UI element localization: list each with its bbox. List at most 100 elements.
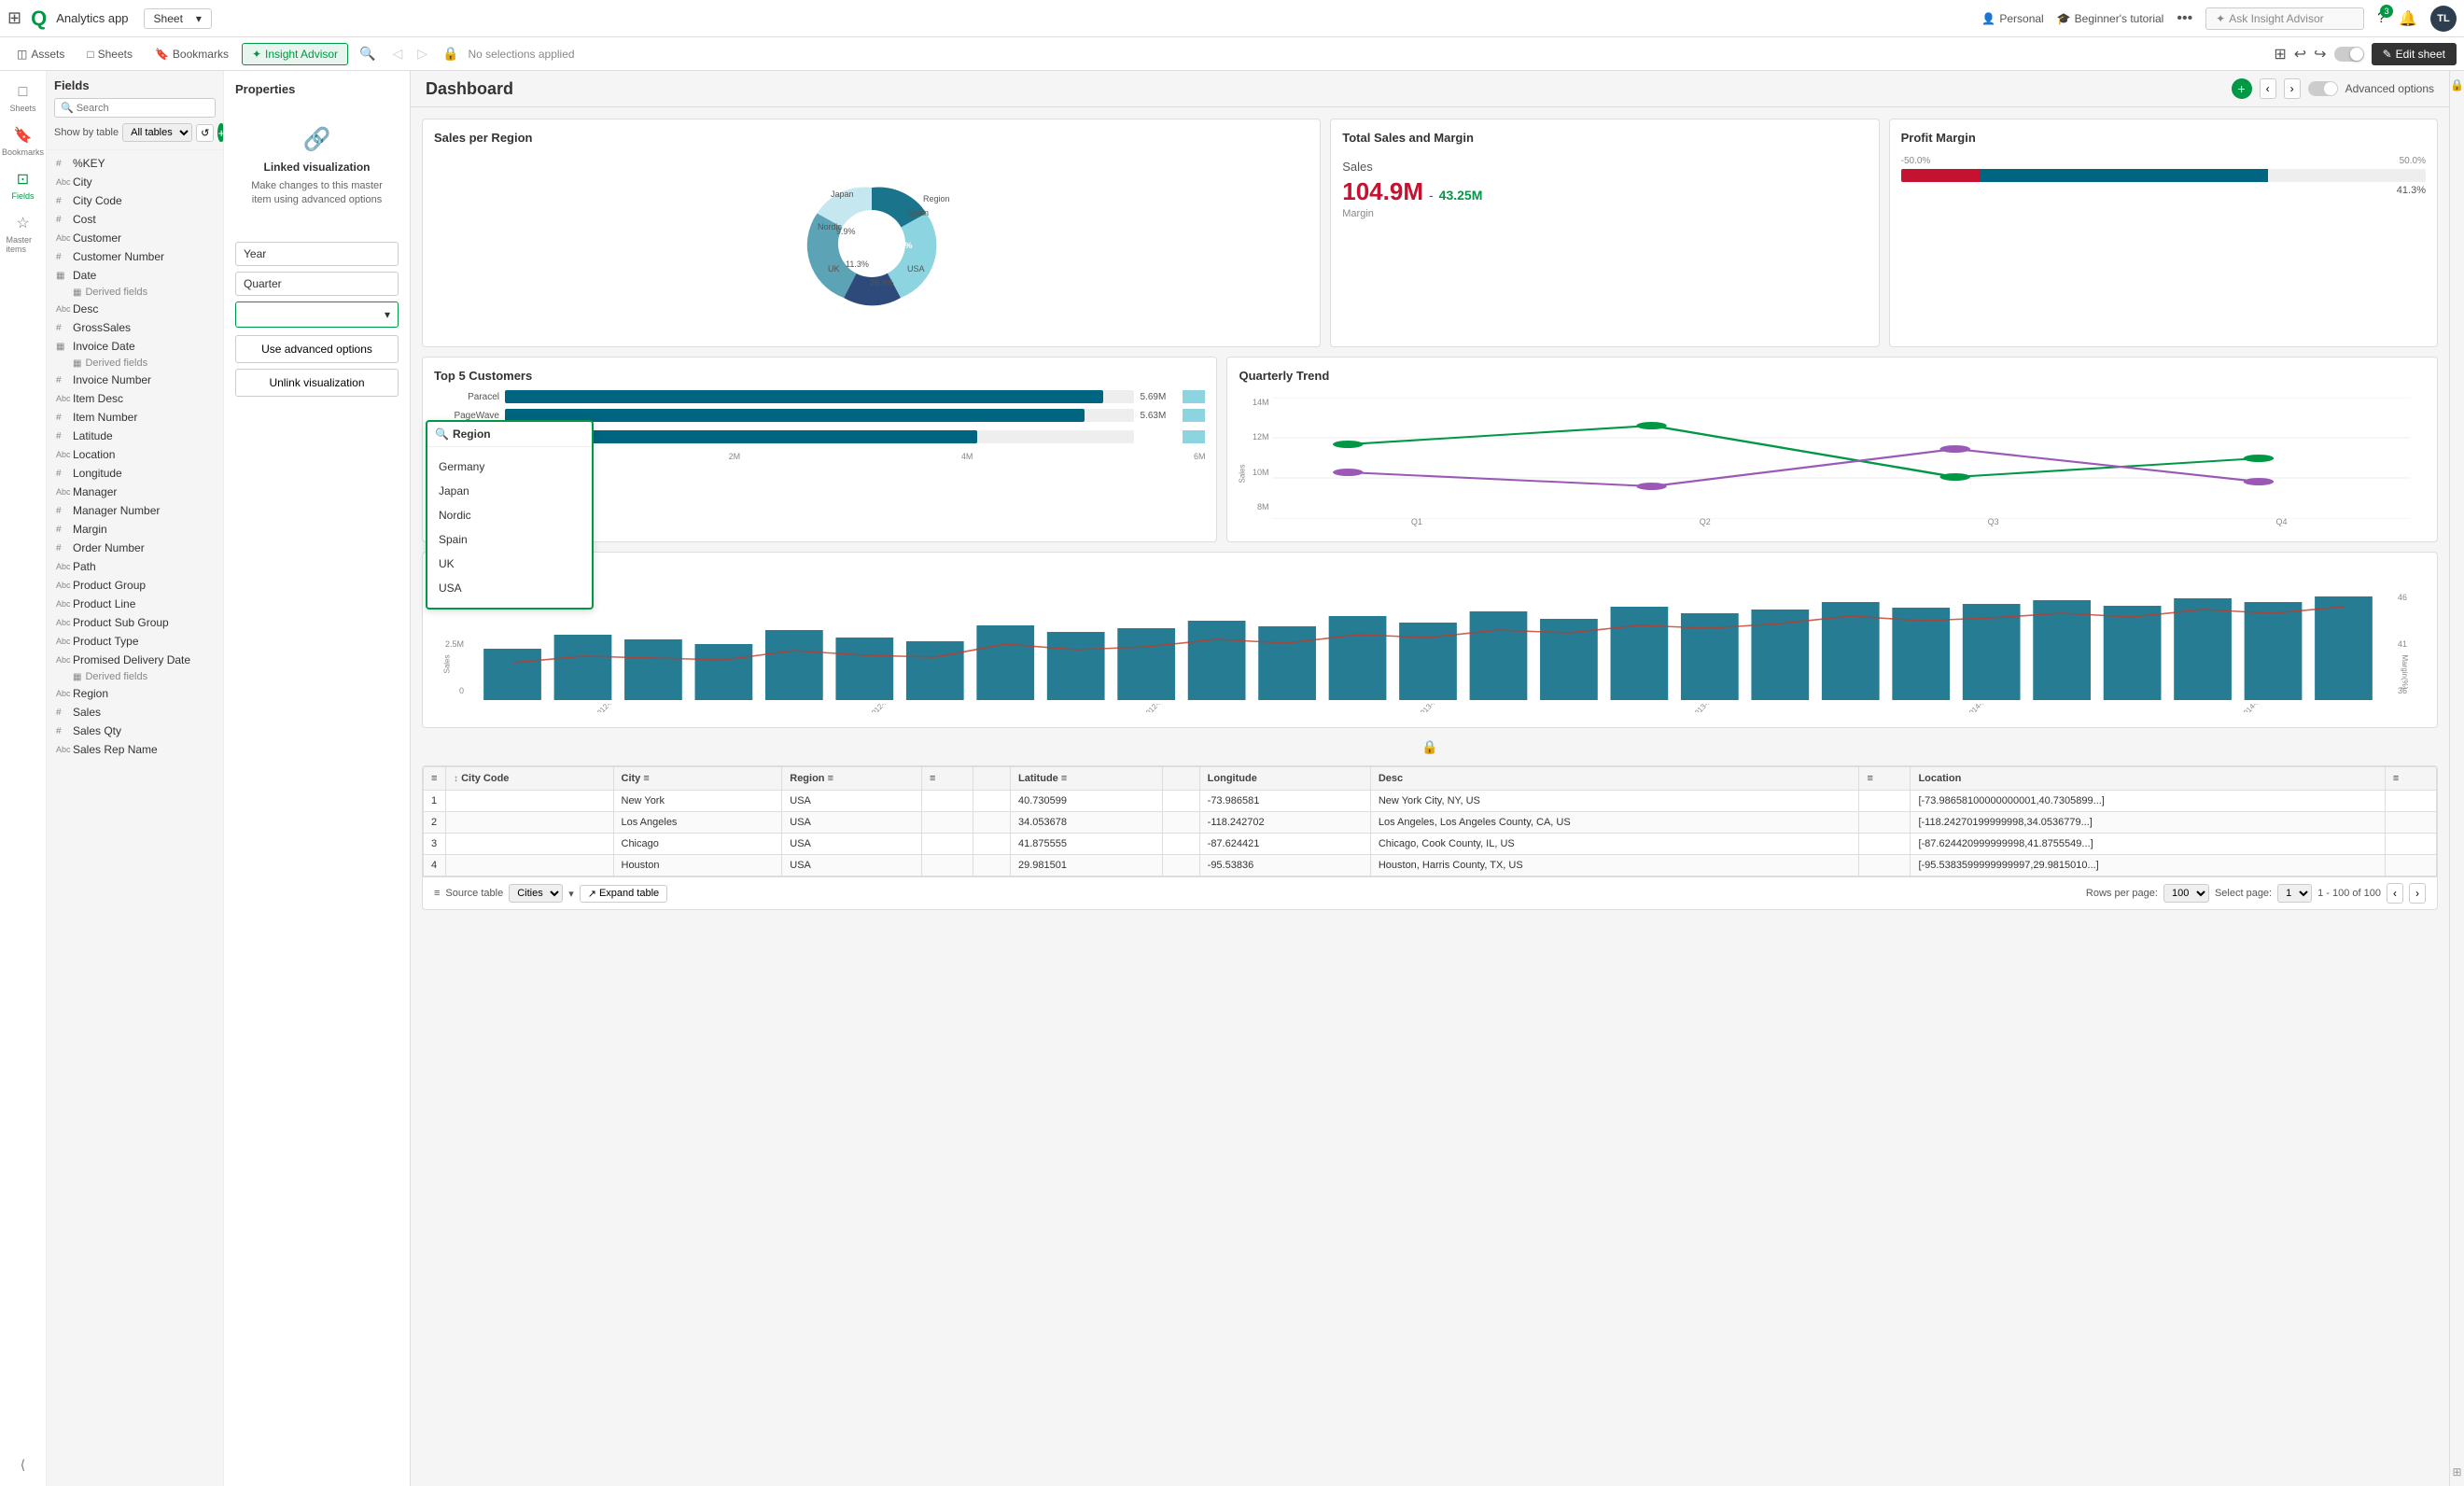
field-item[interactable]: Abc Sales Rep Name [54, 740, 216, 759]
region-item-usa[interactable]: USA [435, 576, 584, 600]
table-select[interactable]: All tables [122, 123, 192, 142]
sidebar-item-fields[interactable]: ⊡ Fields [3, 164, 44, 206]
insight-advisor-nav-item[interactable]: ✦ Insight Advisor [242, 43, 348, 65]
field-item[interactable]: ▦ Invoice Date [54, 337, 216, 356]
field-item[interactable]: # Cost [54, 210, 216, 229]
field-item[interactable]: # %KEY [54, 154, 216, 173]
field-item[interactable]: # City Code [54, 191, 216, 210]
field-item[interactable]: # Sales [54, 703, 216, 722]
notification-icon[interactable]: 🔔 [2399, 9, 2417, 28]
search-input-box[interactable]: 🔍 [54, 98, 216, 118]
field-item[interactable]: Abc Desc [54, 300, 216, 318]
field-item[interactable]: Abc City [54, 173, 216, 191]
hamburger-icon-4: ≡ [2393, 773, 2399, 784]
add-field-button[interactable]: + [217, 123, 224, 142]
field-item[interactable]: # Order Number [54, 539, 216, 557]
field-item[interactable]: # Invoice Number [54, 371, 216, 389]
region-item-nordic[interactable]: Nordic [435, 503, 584, 527]
field-item[interactable]: Abc Product Type [54, 632, 216, 651]
toggle-switch[interactable] [2334, 47, 2364, 62]
expand-table-button[interactable]: ↗ Expand table [580, 885, 667, 903]
edit-sheet-button[interactable]: ✎ Edit sheet [2372, 43, 2457, 65]
toggle-advanced[interactable] [2308, 81, 2338, 96]
col-header-city[interactable]: City ≡ [613, 767, 782, 791]
field-item[interactable]: Abc Product Group [54, 576, 216, 595]
rows-per-page-select[interactable]: 100 [2163, 884, 2209, 903]
tutorial-nav-item[interactable]: 🎓 Beginner's tutorial [2057, 12, 2164, 25]
region-item-uk[interactable]: UK [435, 552, 584, 576]
year-select[interactable]: Year [235, 242, 399, 266]
col-header-city-code[interactable]: ↕ City Code [446, 767, 614, 791]
avatar[interactable]: TL [2430, 6, 2457, 32]
add-item-button[interactable]: + [2232, 78, 2252, 99]
next-table-page-button[interactable]: › [2409, 883, 2426, 904]
sheets-nav-item[interactable]: □ Sheets [77, 44, 142, 64]
derived-fields-item-3[interactable]: ▦ Derived fields [54, 669, 216, 684]
table-row: 2 Los Angeles USA 34.053678 -118.242702 … [424, 812, 2437, 834]
field-item[interactable]: Abc Location [54, 445, 216, 464]
derived-fields-item[interactable]: ▦ Derived fields [54, 285, 216, 300]
bookmarks-nav-item[interactable]: 🔖 Bookmarks [146, 44, 238, 64]
field-item[interactable]: Abc Promised Delivery Date [54, 651, 216, 669]
detect-icon[interactable]: 🔍 [352, 42, 383, 65]
help-icon-with-badge[interactable]: ? 3 [2377, 10, 2386, 27]
source-table-select[interactable]: Cities [509, 884, 563, 903]
next-page-button[interactable]: › [2284, 78, 2301, 99]
field-item[interactable]: Abc Manager [54, 483, 216, 501]
assets-nav-item[interactable]: ◫ Assets [7, 44, 74, 64]
sidebar-item-bookmarks[interactable]: 🔖 Bookmarks [3, 120, 44, 162]
profit-value: 41.3% [1901, 185, 2426, 196]
field-item[interactable]: # Latitude [54, 427, 216, 445]
col-header-location[interactable]: Location [1911, 767, 2385, 791]
table-icon[interactable]: ⊞ [2452, 1465, 2461, 1479]
field-item[interactable]: # Sales Qty [54, 722, 216, 740]
redo-icon[interactable]: ↪ [2314, 45, 2326, 63]
more-options-icon[interactable]: ••• [2177, 10, 2192, 27]
forward-icon[interactable]: ▷ [412, 42, 433, 65]
back-icon[interactable]: ◁ [387, 42, 409, 65]
field-item[interactable]: # Customer Number [54, 247, 216, 266]
layout-grid-icon[interactable]: ⊞ [2274, 45, 2286, 63]
field-item[interactable]: ▦ Date [54, 266, 216, 285]
grid-icon[interactable]: ⊞ [7, 8, 21, 28]
quarter-select[interactable]: Quarter [235, 272, 399, 296]
col-header-desc[interactable]: Desc [1370, 767, 1859, 791]
field-item[interactable]: # GrossSales [54, 318, 216, 337]
col-header-latitude[interactable]: Latitude ≡ [1011, 767, 1163, 791]
sidebar-item-master-items[interactable]: ☆ Master items [3, 208, 44, 259]
help-badge: 3 [2380, 5, 2393, 18]
undo-icon[interactable]: ↩ [2294, 45, 2306, 63]
personal-nav-item[interactable]: 👤 Personal [1981, 12, 2043, 25]
field-item[interactable]: Abc Region [54, 684, 216, 703]
fields-search-input[interactable] [77, 103, 209, 114]
field-item[interactable]: Abc Item Desc [54, 389, 216, 408]
lock-right-icon[interactable]: 🔒 [2450, 78, 2464, 91]
col-header-region[interactable]: Region ≡ [782, 767, 922, 791]
field-item[interactable]: Abc Path [54, 557, 216, 576]
field-item[interactable]: Abc Customer [54, 229, 216, 247]
field-item[interactable]: # Manager Number [54, 501, 216, 520]
field-item[interactable]: # Item Number [54, 408, 216, 427]
prev-page-button[interactable]: ‹ [2260, 78, 2276, 99]
select-page-select[interactable]: 1 [2277, 884, 2312, 903]
dropdown-select[interactable]: ▾ [235, 301, 399, 328]
col-header-menu[interactable]: ≡ [424, 767, 446, 791]
sidebar-collapse-icon[interactable]: ⟨ [3, 1451, 44, 1479]
region-item-japan[interactable]: Japan [435, 479, 584, 503]
unlink-visualization-button[interactable]: Unlink visualization [235, 369, 399, 397]
derived-fields-item-2[interactable]: ▦ Derived fields [54, 356, 216, 371]
col-header-longitude[interactable]: Longitude [1199, 767, 1370, 791]
field-item[interactable]: Abc Product Sub Group [54, 613, 216, 632]
field-item[interactable]: Abc Product Line [54, 595, 216, 613]
region-item-spain[interactable]: Spain [435, 527, 584, 552]
refresh-icon-button[interactable]: ↺ [196, 124, 214, 142]
prev-table-page-button[interactable]: ‹ [2387, 883, 2403, 904]
calendar-icon: ▦ [56, 342, 69, 352]
sheet-selector[interactable]: Sheet ▾ [144, 8, 212, 29]
region-item-germany[interactable]: Germany [435, 455, 584, 479]
use-advanced-options-button[interactable]: Use advanced options [235, 335, 399, 363]
sidebar-item-sheets[interactable]: □ Sheets [3, 78, 44, 119]
insight-search-box[interactable]: ✦ Ask Insight Advisor [2205, 7, 2364, 30]
field-item[interactable]: # Longitude [54, 464, 216, 483]
field-item[interactable]: # Margin [54, 520, 216, 539]
